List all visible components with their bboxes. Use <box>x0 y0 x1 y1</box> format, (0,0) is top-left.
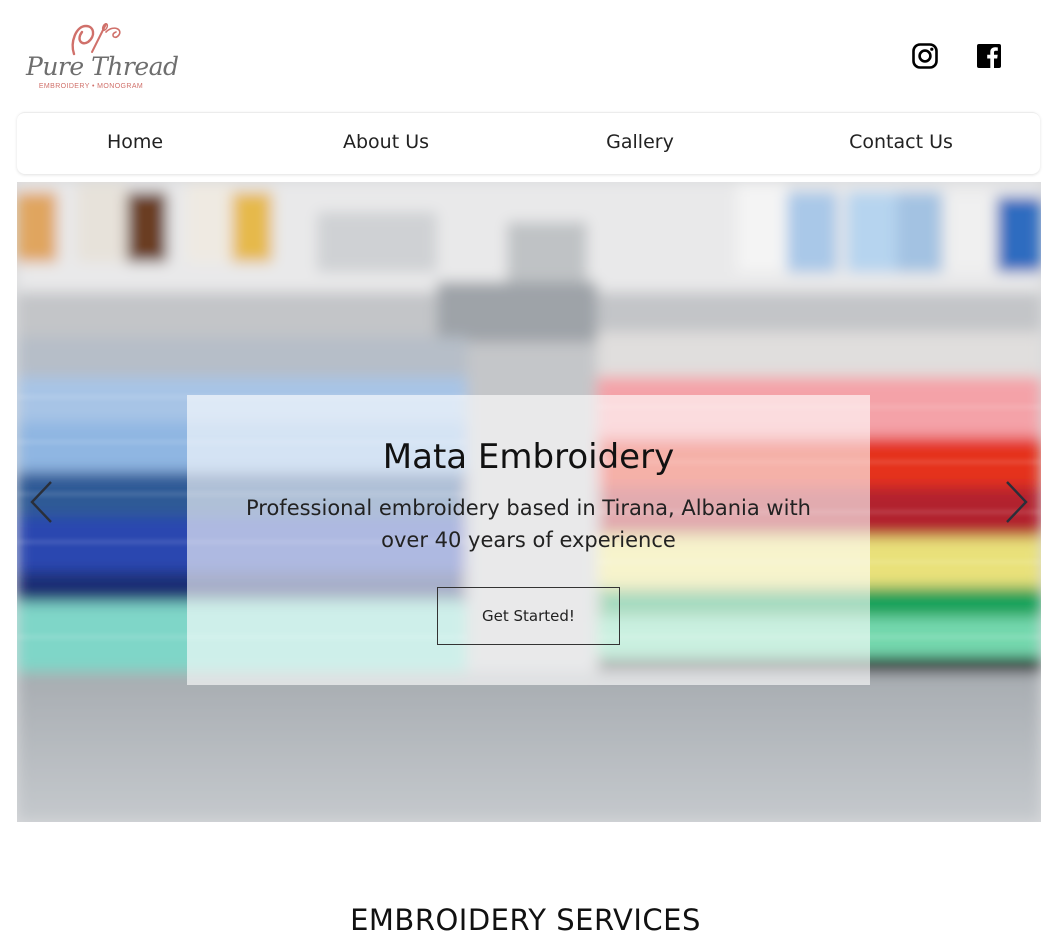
hero-carousel: Mata Embroidery Professional embroidery … <box>17 182 1041 822</box>
needle-thread-icon <box>71 23 121 56</box>
logo[interactable]: Pure Thread EMBROIDERY • MONOGRAM <box>26 20 179 96</box>
facebook-icon[interactable] <box>975 42 1003 70</box>
carousel-next-button[interactable] <box>1003 479 1031 525</box>
carousel-prev-button[interactable] <box>27 479 55 525</box>
nav-item-gallery[interactable]: Gallery <box>606 131 674 153</box>
main-navbar: Home About Us Gallery Contact Us <box>17 112 1040 174</box>
chevron-left-icon <box>30 481 52 523</box>
hero-caption: Mata Embroidery Professional embroidery … <box>187 395 870 685</box>
get-started-button[interactable]: Get Started! <box>437 587 620 645</box>
nav-item-contact-us[interactable]: Contact Us <box>849 131 953 153</box>
logo-tagline: EMBROIDERY • MONOGRAM <box>38 83 144 90</box>
logo-wordmark: Pure Thread <box>26 52 179 81</box>
section-title-embroidery-services: EMBROIDERY SERVICES <box>350 903 701 937</box>
nav-item-about-us[interactable]: About Us <box>343 131 429 153</box>
hero-description: Professional embroidery based in Tirana,… <box>245 496 811 552</box>
site-header: Pure Thread EMBROIDERY • MONOGRAM <box>0 0 1051 112</box>
instagram-icon[interactable] <box>911 42 939 70</box>
chevron-right-icon <box>1006 481 1028 523</box>
hero-title: Mata Embroidery <box>382 437 675 477</box>
nav-item-home[interactable]: Home <box>107 131 163 153</box>
